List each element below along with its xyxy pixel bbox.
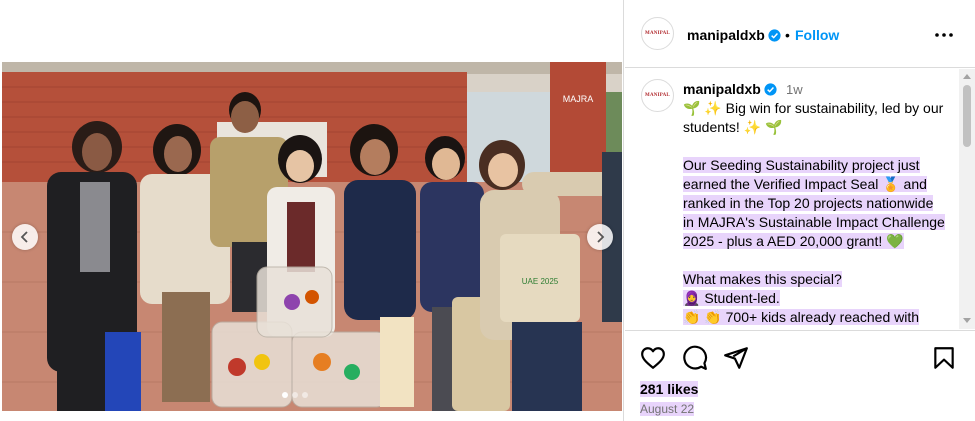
post-sidebar: MANIPAL manipaldxb • Follow MANIPAL mani… [625, 0, 975, 421]
post-timestamp[interactable]: 1w [786, 82, 803, 97]
wall-logo-text: MAJRA [563, 94, 594, 104]
chevron-left-icon [20, 231, 28, 243]
caption-paragraph-project: Our Seeding Sustainability project just … [683, 157, 945, 249]
verified-badge-icon [768, 29, 781, 42]
previous-photo-button[interactable] [12, 224, 38, 250]
follow-button[interactable]: Follow [795, 27, 839, 43]
like-heart-icon[interactable] [640, 345, 666, 371]
action-bar: 281 likes August 22 [625, 330, 975, 421]
caption-bullet-kids-reached: 👏 👏 700+ kids already reached with [683, 309, 920, 325]
chevron-right-icon [597, 231, 605, 243]
more-options-icon[interactable] [933, 26, 955, 44]
caption-scrollbar[interactable] [959, 69, 975, 329]
header-username-text[interactable]: manipaldxb [687, 27, 765, 43]
avatar-logo-text: MANIPAL [645, 31, 670, 36]
caption-line-intro: 🌱 ✨ Big win for sustainability, led by o… [683, 100, 944, 135]
scroll-down-arrow-icon[interactable] [963, 318, 971, 323]
next-photo-button[interactable] [587, 224, 613, 250]
scroll-thumb[interactable] [963, 85, 971, 147]
post-modal: MAJRA UAE 2025 MANIPAL manipaldxb • Foll… [0, 0, 975, 421]
likes-count[interactable]: 281 likes [640, 381, 699, 397]
post-photo[interactable]: MAJRA UAE 2025 [2, 62, 622, 411]
share-send-icon[interactable] [723, 345, 749, 371]
tote-bag-text: UAE 2025 [522, 277, 559, 286]
caption-heading-special: What makes this special? [683, 271, 842, 287]
caption-section: MANIPAL manipaldxb 1w 🌱 ✨ Big win for su… [625, 69, 975, 329]
caption-bullet-student-led: 🧕 Student-led. [683, 290, 780, 306]
carousel-dot [302, 392, 308, 398]
post-header: MANIPAL manipaldxb • Follow [625, 0, 975, 68]
carousel-dot [292, 392, 298, 398]
verified-badge-icon [764, 83, 777, 96]
save-bookmark-icon[interactable] [931, 345, 957, 371]
group-photo-illustration: MAJRA UAE 2025 [2, 62, 622, 411]
scroll-up-arrow-icon[interactable] [963, 74, 971, 79]
caption-username[interactable]: manipaldxb [683, 81, 777, 97]
separator-dot: • [785, 27, 790, 43]
avatar[interactable]: MANIPAL [641, 17, 674, 50]
caption-username-text[interactable]: manipaldxb [683, 81, 761, 97]
caption-avatar[interactable]: MANIPAL [641, 79, 674, 112]
post-date[interactable]: August 22 [640, 402, 695, 416]
header-username[interactable]: manipaldxb [687, 27, 781, 43]
caption-avatar-logo-text: MANIPAL [645, 93, 670, 98]
carousel-dot [282, 392, 288, 398]
caption-text: 🌱 ✨ Big win for sustainability, led by o… [683, 99, 945, 327]
comment-icon[interactable] [682, 345, 708, 371]
media-pane: MAJRA UAE 2025 [0, 0, 624, 421]
carousel-indicator [282, 392, 308, 398]
